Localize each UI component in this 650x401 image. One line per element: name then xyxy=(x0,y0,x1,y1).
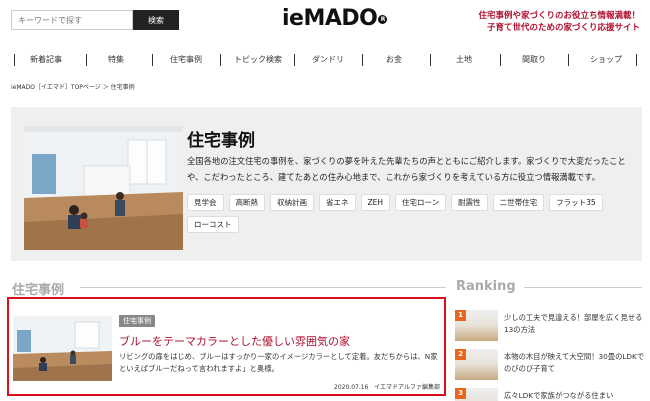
nav-separator xyxy=(152,54,153,66)
nav-separator xyxy=(14,54,15,66)
hero-photo xyxy=(24,126,183,250)
nav-separator xyxy=(362,54,363,66)
tag-earthquake-resistance[interactable]: 耐震性 xyxy=(451,194,488,211)
ranking-title[interactable]: 本物の木目が映えて大空間！30畳のLDKでのびのび子育て xyxy=(504,351,646,375)
nav-item-dandori[interactable]: ダンドリ xyxy=(312,54,344,65)
ranking-title[interactable]: 少しの工夫で見違える！部屋を広く見せる13の方法 xyxy=(504,312,646,336)
tag-zeh[interactable]: ZEH xyxy=(360,194,391,211)
registered-mark-icon: R xyxy=(378,14,388,24)
nav-separator xyxy=(294,54,295,66)
tag-storage-plan[interactable]: 収納計画 xyxy=(270,194,314,211)
category-title: 住宅事例 xyxy=(187,131,255,151)
section-divider xyxy=(80,287,446,288)
tagline-line-2: 子育て世代のための家づくり応援サイト xyxy=(486,23,640,33)
site-tagline: 住宅事例や家づくりのお役立ち情報満載！ 子育て世代のための家づくり応援サイト xyxy=(478,10,640,34)
tag-high-insulation[interactable]: 高断熱 xyxy=(228,194,265,211)
nav-item-housing-cases[interactable]: 住宅事例 xyxy=(170,54,202,65)
section-heading-ranking: Ranking xyxy=(456,279,516,294)
nav-separator xyxy=(86,54,87,66)
tag-mortgage[interactable]: 住宅ローン xyxy=(395,194,447,211)
nav-item-shop[interactable]: ショップ xyxy=(590,54,622,65)
nav-separator xyxy=(430,54,431,66)
tag-open-house[interactable]: 見学会 xyxy=(187,194,224,211)
search-input[interactable] xyxy=(11,10,133,30)
article-excerpt: リビングの扉をはじめ、ブルーはすっかり一家のイメージカラーとして定着。友だちから… xyxy=(119,352,438,373)
tagline-line-1: 住宅事例や家づくりのお役立ち情報満載！ xyxy=(478,11,640,21)
ranking-item[interactable]: 1 少しの工夫で見違える！部屋を広く見せる13の方法 xyxy=(455,310,645,342)
search-button[interactable]: 検索 xyxy=(133,10,179,30)
section-divider xyxy=(524,287,642,288)
main-nav: 新着記事 特集 住宅事例 トピック検索 ダンドリ お金 土地 間取り ショップ xyxy=(0,50,650,70)
nav-separator xyxy=(500,54,501,66)
nav-separator xyxy=(568,54,569,66)
nav-item-topic-search[interactable]: トピック検索 xyxy=(234,54,282,65)
nav-separator xyxy=(636,54,637,66)
article-author: イエマドアルファ編集部 xyxy=(374,384,440,391)
site-logo[interactable]: ieMADO R xyxy=(282,6,388,31)
logo-text: ieMADO xyxy=(282,6,378,31)
article-date: 2020.07.16 xyxy=(334,384,369,391)
nav-item-money[interactable]: お金 xyxy=(386,54,402,65)
category-hero: 住宅事例 全国各地の注文住宅の事例を、家づくりの夢を叶えた先輩たちの声とともにご… xyxy=(11,107,642,261)
ranking-title[interactable]: 広々LDKで家族がつながる住まい xyxy=(504,390,645,401)
rank-number: 2 xyxy=(455,349,466,360)
nav-item-new-articles[interactable]: 新着記事 xyxy=(30,54,62,65)
article-meta: 2020.07.16 イエマドアルファ編集部 xyxy=(334,382,440,391)
category-badge: 住宅事例 xyxy=(119,315,155,327)
section-heading-housing-cases: 住宅事例 xyxy=(12,283,65,298)
nav-item-features[interactable]: 特集 xyxy=(108,54,124,65)
ranking-item[interactable]: 3 広々LDKで家族がつながる住まい xyxy=(455,388,645,401)
rank-number: 1 xyxy=(455,310,466,321)
tag-two-family-house[interactable]: 二世帯住宅 xyxy=(492,194,545,211)
breadcrumb[interactable]: ieMADO［イエマド］TOPページ ＞ 住宅事例 xyxy=(11,82,135,91)
nav-separator xyxy=(220,54,221,66)
ranking-item[interactable]: 2 本物の木目が映えて大空間！30畳のLDKでのびのび子育て xyxy=(455,349,645,381)
nav-item-floor-plan[interactable]: 間取り xyxy=(522,54,546,65)
tag-list: 見学会 高断熱 収納計画 省エネ ZEH 住宅ローン 耐震性 二世帯住宅 フラッ… xyxy=(187,194,627,233)
article-title[interactable]: ブルーをテーマカラーとした優しい雰囲気の家 xyxy=(119,333,350,349)
category-description: 全国各地の注文住宅の事例を、家づくりの夢を叶えた先輩たちの声とともにご紹介します… xyxy=(187,156,626,182)
rank-number: 3 xyxy=(455,388,466,399)
article-thumbnail[interactable] xyxy=(13,316,112,381)
tag-low-cost[interactable]: ローコスト xyxy=(187,216,239,233)
tag-energy-saving[interactable]: 省エネ xyxy=(319,194,356,211)
tag-flat35[interactable]: フラット35 xyxy=(549,194,603,211)
search-bar: 検索 xyxy=(11,10,179,30)
article-card[interactable]: 住宅事例 ブルーをテーマカラーとした優しい雰囲気の家 リビングの扉をはじめ、ブル… xyxy=(7,297,446,396)
nav-item-land[interactable]: 土地 xyxy=(456,54,472,65)
